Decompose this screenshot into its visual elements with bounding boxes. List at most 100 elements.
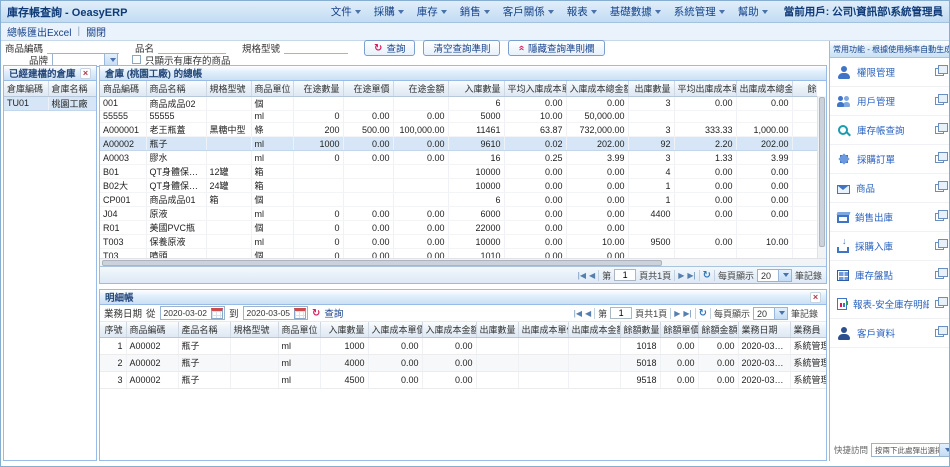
menubar-item[interactable]: 基礎數據	[610, 4, 661, 19]
column-header[interactable]: 倉庫名稱	[48, 81, 96, 96]
table-row[interactable]: J04原液ml00.000.0060000.000.0044000.000.00…	[100, 207, 817, 221]
column-header[interactable]: 商品單位	[251, 81, 293, 96]
open-window-icon[interactable]	[935, 213, 944, 221]
column-header[interactable]: 商品編碼	[100, 81, 146, 96]
spec-input[interactable]	[284, 43, 348, 54]
first-page-button[interactable]	[574, 309, 582, 318]
menubar-item[interactable]: 銷售	[460, 4, 490, 19]
first-page-button[interactable]	[578, 271, 586, 280]
column-header[interactable]: 產品名稱	[178, 322, 230, 337]
table-row[interactable]: B01QT身體保養...12罐箱100000.000.0040.000.0099	[100, 165, 817, 179]
open-window-icon[interactable]	[935, 329, 944, 337]
column-header[interactable]: 餘額金額	[698, 322, 738, 337]
prev-page-button[interactable]	[585, 309, 591, 318]
vertical-scrollbar[interactable]	[817, 96, 826, 259]
column-header[interactable]: 規格型號	[230, 322, 278, 337]
scrollbar-thumb[interactable]	[819, 97, 825, 247]
date-from-input[interactable]: 2020-03-02	[160, 306, 225, 320]
table-row[interactable]: 5555555555ml00.000.00500010.0050,000.005…	[100, 110, 817, 123]
table-row[interactable]: T003保養原液ml00.000.00100000.0010.0095000.0…	[100, 235, 817, 249]
sidebar-item[interactable]: 客戶資料	[830, 319, 950, 348]
close-window-link[interactable]: 關閉	[86, 24, 106, 39]
column-header[interactable]: 出庫數量	[628, 81, 674, 96]
clear-query-button[interactable]: 清空查詢準則	[423, 40, 500, 56]
table-row[interactable]: R01美國PVC瓶個00.000.00220000.000.00220	[100, 221, 817, 235]
column-header[interactable]: 規格型號	[206, 81, 251, 96]
detail-search-link[interactable]: 查詢	[324, 306, 343, 320]
column-header[interactable]: 入庫成本金額	[422, 322, 476, 337]
column-header[interactable]: 出庫成本總金額	[736, 81, 792, 96]
open-window-icon[interactable]	[935, 242, 944, 250]
column-header[interactable]: 出庫成本金額	[568, 322, 620, 337]
column-header[interactable]: 業務日期	[738, 322, 790, 337]
table-row[interactable]: A00002瓶子ml10000.000.0096100.02202.00922.…	[100, 137, 817, 151]
column-header[interactable]: 序號	[100, 322, 126, 337]
page-input[interactable]	[610, 307, 632, 319]
column-header[interactable]: 餘額數量	[792, 81, 817, 96]
column-header[interactable]: 在途數量	[293, 81, 343, 96]
menubar-item[interactable]: 報表	[567, 4, 597, 19]
per-page-select[interactable]: 20	[753, 307, 788, 320]
next-page-button[interactable]	[678, 271, 684, 280]
sidebar-item[interactable]: 商品	[830, 174, 950, 203]
column-header[interactable]: 餘額單價	[660, 322, 698, 337]
prev-page-button[interactable]	[589, 271, 595, 280]
sidebar-item[interactable]: 用戶管理	[830, 87, 950, 116]
sidebar-item[interactable]: 銷售出庫	[830, 203, 950, 232]
column-header[interactable]: 商品名稱	[146, 81, 206, 96]
open-window-icon[interactable]	[935, 300, 944, 308]
table-row[interactable]: A0003膠水ml00.000.00160.253.9931.333.99	[100, 151, 817, 165]
sidebar-item[interactable]: 採購入庫	[830, 232, 950, 261]
open-window-icon[interactable]	[935, 68, 944, 76]
export-excel-link[interactable]: 總帳匯出Excel	[7, 24, 71, 39]
page-input[interactable]	[614, 269, 636, 281]
table-row[interactable]: CP001商品成品01箱個60.000.0010.000.00	[100, 193, 817, 207]
only-stock-checkbox[interactable]	[132, 55, 141, 64]
column-header[interactable]: 餘額數量	[620, 322, 660, 337]
column-header[interactable]: 平均入庫成本單價	[504, 81, 566, 96]
sidebar-item[interactable]: 報表-安全庫存明細表	[830, 290, 950, 319]
column-header[interactable]: 入庫成本總金額	[566, 81, 628, 96]
open-window-icon[interactable]	[935, 184, 944, 192]
column-header[interactable]: 商品單位	[278, 322, 320, 337]
column-header[interactable]: 平均出庫成本單價	[674, 81, 736, 96]
refresh-icon[interactable]	[703, 270, 711, 281]
column-header[interactable]: 出庫成本單價	[518, 322, 568, 337]
table-row[interactable]: A000001老王瓶蓋黑糖中型條200500.00100,000.0011461…	[100, 123, 817, 137]
table-row[interactable]: 1A00002瓶子ml10000.000.0010180.000.002020-…	[100, 337, 826, 354]
column-header[interactable]: 在途單價	[343, 81, 393, 96]
quick-access-select[interactable]: 按兩下此處彈出選擇框	[871, 443, 950, 457]
column-header[interactable]: 商品編碼	[126, 322, 178, 337]
menubar-item[interactable]: 採購	[374, 4, 404, 19]
sidebar-item[interactable]: 庫存帳查詢	[830, 116, 950, 145]
hide-query-button[interactable]: « 隱藏查詢準則欄	[508, 40, 604, 56]
column-header[interactable]: 倉庫編碼	[4, 81, 48, 96]
horizontal-scrollbar[interactable]	[100, 258, 826, 266]
column-header[interactable]: 出庫數量	[476, 322, 518, 337]
column-header[interactable]: 入庫數量	[320, 322, 368, 337]
chevron-down-icon[interactable]	[774, 308, 787, 319]
table-row[interactable]: 001商品成品02個60.000.0030.000.00	[100, 96, 817, 110]
table-row[interactable]: TU01桃園工廠	[4, 96, 96, 110]
chevron-down-icon[interactable]	[939, 444, 950, 456]
table-row[interactable]: 3A00002瓶子ml45000.000.0095180.000.002020-…	[100, 371, 826, 388]
menubar-item[interactable]: 系統管理	[674, 4, 725, 19]
search-button[interactable]: 查詢	[364, 40, 415, 56]
next-page-button[interactable]	[674, 309, 680, 318]
open-window-icon[interactable]	[935, 271, 944, 279]
last-page-button[interactable]	[683, 309, 691, 318]
sidebar-item[interactable]: 採購訂單	[830, 145, 950, 174]
table-row[interactable]: B02大QT身體保養...24罐箱100000.000.0010.000.009…	[100, 179, 817, 193]
column-header[interactable]: 入庫成本單價	[368, 322, 422, 337]
menubar-item[interactable]: 庫存	[417, 4, 447, 19]
calendar-icon[interactable]	[294, 308, 306, 319]
refresh-icon[interactable]	[699, 308, 707, 319]
menubar-item[interactable]: 幫助	[738, 4, 768, 19]
date-to-input[interactable]: 2020-03-05	[243, 306, 308, 320]
chevron-down-icon[interactable]	[778, 270, 791, 281]
calendar-icon[interactable]	[211, 308, 223, 319]
open-window-icon[interactable]	[935, 97, 944, 105]
menubar-item[interactable]: 文件	[331, 4, 361, 19]
sidebar-item[interactable]: 權限管理	[830, 58, 950, 87]
chevron-down-icon[interactable]	[104, 54, 117, 66]
